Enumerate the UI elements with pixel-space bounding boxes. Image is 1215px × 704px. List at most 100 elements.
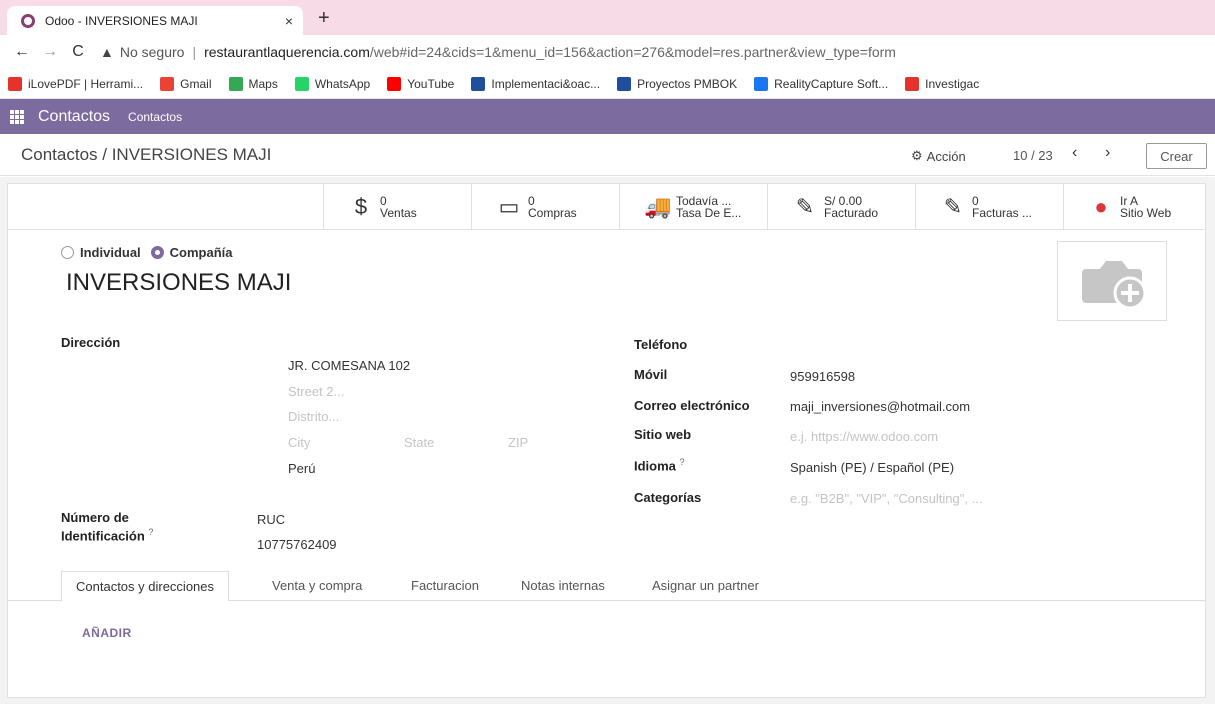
bookmark-item[interactable]: Gmail [160,76,212,91]
browser-tab-title: Odoo - INVERSIONES MAJI [45,13,198,28]
camera-plus-icon [1082,261,1147,309]
city-field[interactable]: City [288,435,310,450]
action-label: Acción [926,148,966,164]
browser-tab[interactable]: Odoo - INVERSIONES MAJI × [7,6,303,35]
bookmark-item[interactable]: YouTube [387,76,454,91]
bookmark-item[interactable]: iLovePDF | Herrami... [8,76,143,91]
url-text[interactable]: restaurantlaquerencia.com/web#id=24&cids… [204,44,896,60]
apps-menu-icon[interactable] [10,109,24,124]
street-field[interactable]: JR. COMESANA 102 [288,358,410,373]
new-tab-button[interactable]: + [318,6,330,30]
bookmark-favicon-icon [617,76,632,91]
id-type-field[interactable]: RUC [257,512,285,527]
partner-name-field[interactable]: INVERSIONES MAJI [66,269,291,297]
help-tooltip-icon[interactable]: ? [680,457,685,467]
address-label: Dirección [61,335,121,350]
radio-company-label[interactable]: Compañía [170,245,233,260]
help-tooltip-icon[interactable]: ? [148,527,153,537]
language-field[interactable]: Spanish (PE) / Español (PE) [790,460,954,475]
country-field[interactable]: Perú [288,461,315,476]
bookmark-favicon-icon [471,76,486,91]
pager-previous-icon[interactable]: ‹ [1072,144,1077,162]
smart-button-label: Tasa De E... [676,205,742,220]
smart-button-value: Todavía ... [676,193,732,208]
tab-contacts-addresses[interactable]: Contactos y direcciones [61,571,230,602]
smart-button-text: 0 Compras [528,195,577,219]
forward-arrow-icon[interactable]: → [36,43,64,61]
pager-next-icon[interactable]: › [1105,144,1110,162]
street2-field[interactable]: Street 2... [288,384,344,399]
id-number-field[interactable]: 10775762409 [257,537,337,552]
smart-button[interactable]: ▭ 0 Compras [472,184,620,229]
odoo-favicon-icon [21,13,35,28]
smart-button[interactable]: $0 Ventas [324,184,472,229]
avatar-upload[interactable] [1057,241,1167,321]
smart-button[interactable]: ✎ 0 Facturas ... [916,184,1064,229]
district-field[interactable]: Distrito... [288,409,339,424]
radio-company[interactable] [150,246,164,259]
tab-sales-purchase[interactable]: Venta y compra [258,571,376,602]
email-label: Correo electrónico [634,398,750,413]
tab-assign-partner[interactable]: Asignar un partner [638,571,773,602]
website-label: Sitio web [634,427,692,442]
bookmark-item[interactable]: WhatsApp [294,76,370,91]
button-box-divider [8,229,323,230]
state-field[interactable]: State [404,435,434,450]
action-menu[interactable]: ⚙ Acción [911,148,966,164]
bookmark-item[interactable]: Investigac [905,76,980,91]
bookmark-label: Gmail [180,76,212,91]
bookmark-label: Maps [248,76,278,91]
pager-value[interactable]: 10 / 23 [1013,148,1053,163]
bookmark-label: Proyectos PMBOK [637,76,738,91]
bookmark-item[interactable]: Maps [228,76,278,91]
reload-icon[interactable]: C [64,43,92,61]
mobile-field[interactable]: 959916598 [790,369,855,384]
website-field[interactable]: e.j. https://www.odoo.com [790,429,938,444]
control-panel: Contactos / INVERSIONES MAJI ⚙ Acción 10 … [0,134,1215,176]
add-contact-button[interactable]: AÑADIR [82,626,132,640]
gear-icon: ⚙ [911,148,923,163]
smart-button[interactable]: ✎ S/ 0.00 Facturado [768,184,916,229]
tab-invoicing[interactable]: Facturacion [397,571,493,602]
url-separator: | [192,44,197,60]
menu-item-contactos[interactable]: Contactos [128,110,182,124]
smart-button-box: $0 Ventas ▭ 0 Compras 🚚 Todavía ... Tasa De E..… [323,184,1204,230]
edit-icon: ✎ [795,193,815,219]
address-bar-row: ← → C ▲ No seguro | restaurantlaquerenci… [0,35,1215,69]
tab-internal-notes[interactable]: Notas internas [507,571,619,602]
credit-card-icon: ▭ [498,193,520,219]
bookmark-label: RealityCapture Soft... [774,76,889,91]
smart-button[interactable]: ● Ir A Sitio Web [1064,184,1204,229]
zip-field[interactable]: ZIP [508,435,528,450]
back-arrow-icon[interactable]: ← [8,43,36,61]
smart-button[interactable]: 🚚 Todavía ... Tasa De E... [620,184,768,229]
create-button[interactable]: Crear [1146,143,1207,169]
app-name[interactable]: Contactos [38,108,110,126]
bookmark-favicon-icon [160,76,175,91]
smart-button-value: S/ 0.00 [824,193,863,208]
radio-individual[interactable] [61,246,74,259]
bookmark-item[interactable]: RealityCapture Soft... [754,76,889,91]
bookmarks-bar: iLovePDF | Herrami... Gmail Maps WhatsApp Yo… [0,69,1215,99]
not-secure-label[interactable]: No seguro [120,44,185,60]
close-tab-icon[interactable]: × [285,13,293,29]
smart-button-text: 0 Ventas [380,195,417,219]
breadcrumb[interactable]: Contactos / INVERSIONES MAJI [21,145,271,165]
url-path: /web#id=24&cids=1&menu_id=156&action=276… [369,44,896,60]
smart-button-label: Facturado [824,205,879,220]
bookmark-item[interactable]: Implementaci&oac... [471,76,600,91]
smart-button-label: Ventas [380,205,417,220]
email-field[interactable]: maji_inversiones@hotmail.com [790,399,970,414]
tags-field[interactable]: e.g. "B2B", "VIP", "Consulting", ... [790,491,982,506]
id-number-label-text: Identificación [61,528,145,544]
bookmark-label: Investigac [925,76,980,91]
bookmark-item[interactable]: Proyectos PMBOK [617,76,738,91]
smart-button-label: Facturas ... [972,205,1033,220]
form-sheet: $0 Ventas ▭ 0 Compras 🚚 Todavía ... Tasa De E..… [7,183,1206,698]
url-input[interactable]: ▲ No seguro | restaurantlaquerencia.com/… [100,38,896,66]
radio-individual-label[interactable]: Individual [80,245,141,260]
warning-icon[interactable]: ▲ [100,44,114,60]
tags-label: Categorías [634,490,702,505]
bookmark-favicon-icon [905,76,920,91]
phone-label: Teléfono [634,337,688,352]
